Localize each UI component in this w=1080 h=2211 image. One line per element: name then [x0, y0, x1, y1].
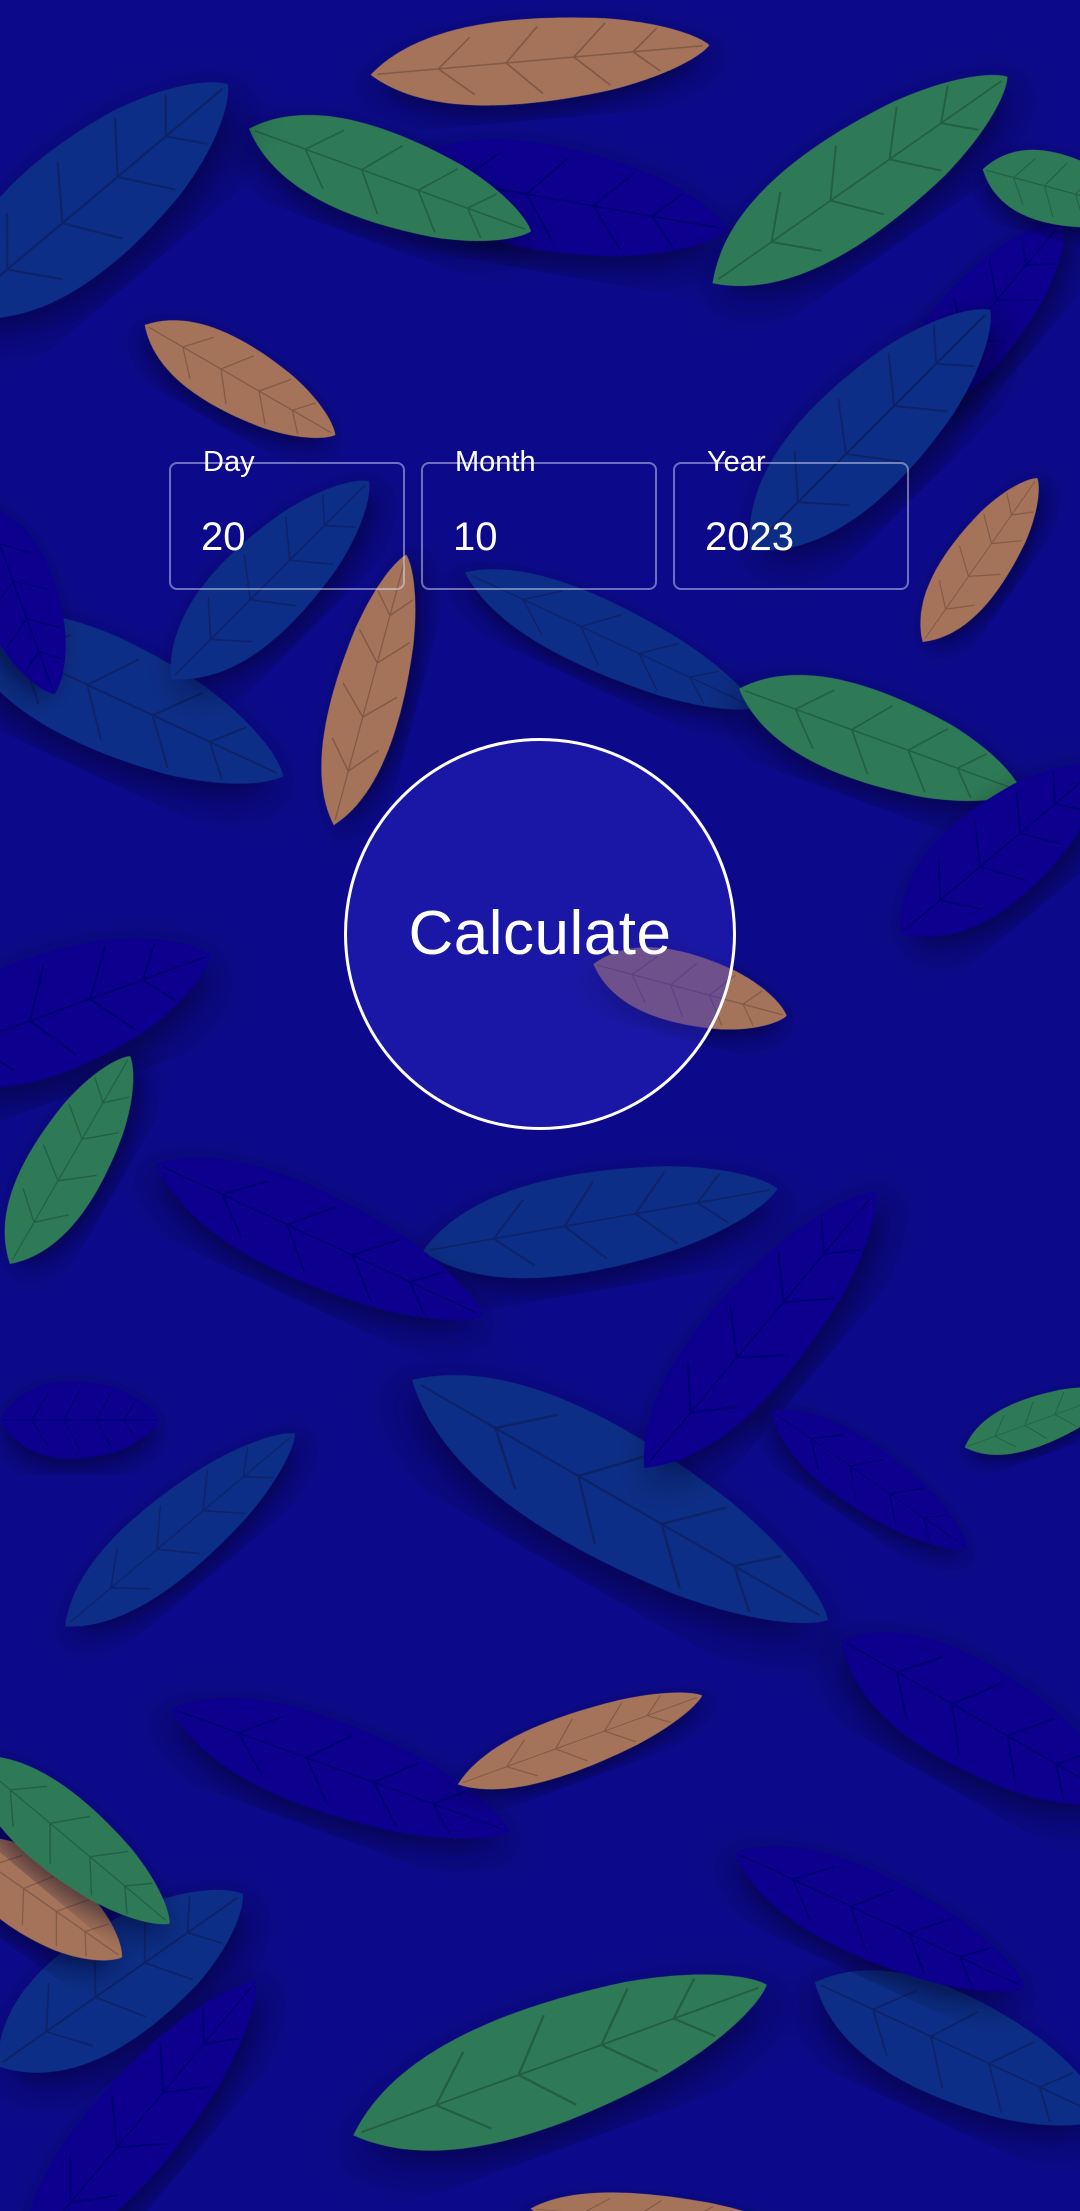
- day-field[interactable]: Day 20: [169, 446, 405, 590]
- calculate-button-label: Calculate: [408, 899, 672, 968]
- month-input[interactable]: 10: [453, 512, 633, 562]
- month-field[interactable]: Month 10: [421, 446, 657, 590]
- month-field-label: Month: [447, 442, 544, 482]
- year-input[interactable]: 2023: [705, 512, 885, 562]
- day-field-label: Day: [195, 442, 263, 482]
- year-field[interactable]: Year 2023: [673, 446, 909, 590]
- day-input[interactable]: 20: [201, 512, 381, 562]
- calculate-button[interactable]: Calculate: [344, 738, 736, 1130]
- app-screen: Day 20 Month 10 Year 2023 Calculate: [0, 0, 1080, 2211]
- year-field-label: Year: [699, 442, 774, 482]
